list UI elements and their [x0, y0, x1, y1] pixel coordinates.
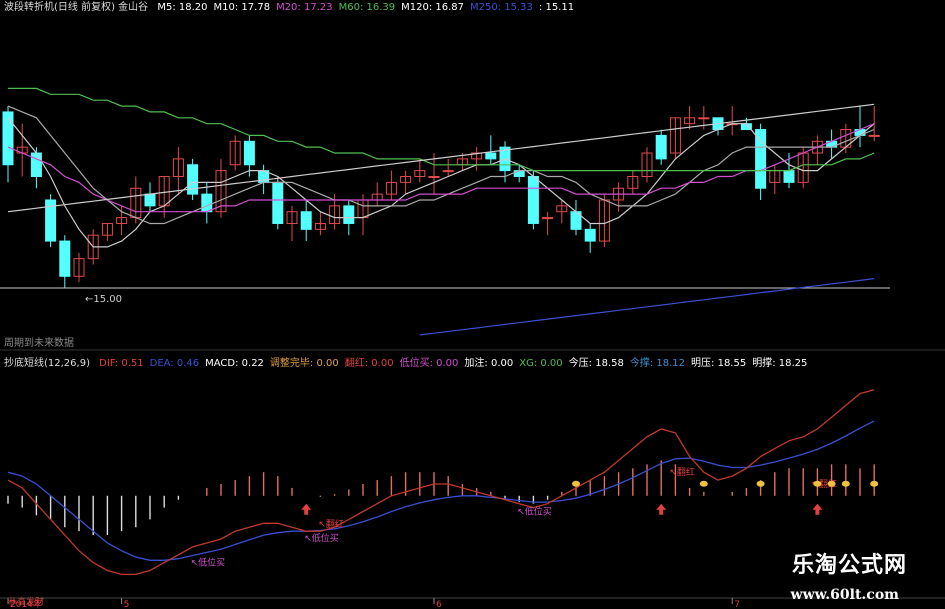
dif-line [7, 389, 875, 576]
signal-annotations: ↖低位买↖低位买↖低位买↖翻红↖翻红↖翻红恭喜发财 [8, 466, 879, 607]
macd-legend-item-3: 调整完毕: 0.00 [269, 358, 339, 369]
macd-legend-item-6: 加注: 0.00 [464, 358, 514, 369]
candle-body [783, 170, 795, 183]
future-data-label: 周期到未来数据 [4, 338, 74, 349]
watermark-url: www.60lt.com [790, 587, 899, 603]
date-label: 7 [734, 600, 740, 609]
candle-body [201, 193, 213, 213]
candle-body [755, 129, 767, 189]
macd-legend-item-4: 翻红: 0.00 [344, 358, 394, 369]
candle-body [243, 140, 255, 166]
low-buy-label: ↖低位买 [517, 506, 552, 518]
macd-legend-item-10: 明压: 18.55 [691, 358, 747, 369]
main-chart-title: 波段转折机(日线 前复权) 金山谷 [4, 2, 149, 13]
turn-red-label: ↖翻红 [318, 518, 344, 530]
macd-legend-item-5: 低位买: 0.00 [399, 358, 459, 369]
ma-line-m120 [7, 103, 875, 213]
date-label: 2014年 [10, 598, 42, 609]
watermark-logo-text: 乐淘公式网 [791, 553, 907, 578]
candle-body [698, 117, 710, 120]
marker-dot-icon [841, 480, 850, 487]
macd-legend-item-1: DEA: 0.46 [149, 358, 200, 369]
marker-dot-icon [756, 480, 765, 487]
macd-header: 抄底短线(12,26,9) DIF: 0.51 DEA: 0.46 MACD: 0.… [4, 358, 819, 370]
macd-legend-item-2: MACD: 0.22 [205, 358, 264, 369]
macd-legend-item-9: 今撑: 18.12 [629, 358, 686, 369]
ma-legend-item-6: : 15.11 [538, 2, 575, 13]
low-price-label: ←15.00 [85, 294, 122, 305]
macd-legend-item-11: 明撑: 18.25 [752, 358, 808, 369]
macd-legend: DIF: 0.51 DEA: 0.46 MACD: 0.22 调整完毕: 0.00 翻红… [99, 358, 813, 369]
marker-dot-icon [870, 480, 879, 487]
ma-legend-item-4: M120: 16.87 [401, 2, 465, 13]
date-label: 6 [436, 600, 442, 609]
candle-body [542, 217, 554, 220]
chart-canvas: ←15.00 ↖低位买↖低位买↖低位买↖翻红↖翻红↖翻红恭喜发财 2014年 5 6… [0, 87, 945, 609]
candle-body [343, 205, 355, 224]
ma-legend: M5: 18.20 M10: 17.78 M20: 17.23 M60: 16.39 M… [157, 2, 580, 13]
macd-legend-item-7: XG: 0.00 [519, 358, 563, 369]
candle-body [485, 152, 497, 160]
ma-legend-item-2: M20: 17.23 [276, 2, 333, 13]
marker-dot-icon [572, 480, 580, 487]
low-buy-label: ↖低位买 [304, 532, 339, 544]
macd-title: 抄底短线(12,26,9) [4, 358, 90, 369]
candle-body [428, 176, 440, 178]
turn-red-label: ↖翻红 [669, 466, 695, 478]
marker-dot-icon [827, 480, 836, 487]
buy-arrow-icon [301, 503, 312, 515]
main-chart-header: 波段转折机(日线 前复权) 金山谷 M5: 18.20 M10: 17.78 M20… [4, 2, 586, 14]
candle-body [2, 111, 14, 166]
candle-body [655, 134, 667, 160]
dea-line [7, 420, 875, 561]
ma-line-m20 [7, 123, 875, 213]
candle-body [442, 170, 454, 173]
candle-body [272, 181, 284, 224]
candle-body [59, 240, 71, 277]
candle-body [30, 152, 42, 178]
candle-body [527, 176, 539, 224]
buy-arrow-icon [656, 503, 667, 515]
candle-body [868, 134, 880, 137]
ma-legend-item-3: M60: 16.39 [338, 2, 396, 13]
buy-arrow-icon [812, 503, 823, 515]
ma-legend-item-1: M10: 17.78 [213, 2, 271, 13]
ma-line-m250 [419, 278, 875, 336]
candle-body [300, 211, 312, 230]
marker-dot-icon [813, 480, 822, 487]
date-label: 5 [124, 600, 130, 609]
ma-line-m5 [7, 117, 875, 248]
low-buy-label: ↖低位买 [191, 557, 226, 569]
macd-panel [7, 389, 875, 576]
macd-legend-item-0: DIF: 0.51 [99, 358, 144, 369]
candle-body [144, 193, 156, 207]
candle-body [584, 228, 596, 242]
macd-legend-item-8: 今压: 18.58 [568, 358, 624, 369]
ma-legend-item-0: M5: 18.20 [157, 2, 208, 13]
marker-dot-icon [699, 480, 708, 487]
ma-legend-item-5: M250: 15.33 [470, 2, 533, 13]
